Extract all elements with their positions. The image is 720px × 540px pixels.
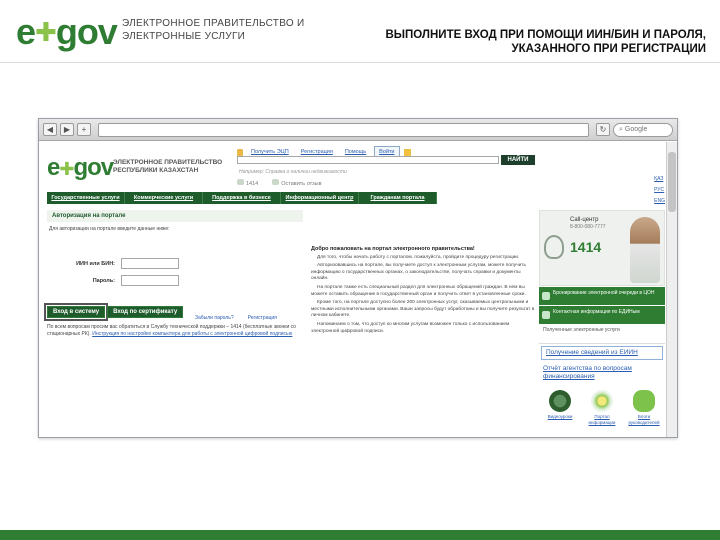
auth-register-link[interactable]: Регистрация [248, 315, 277, 321]
key-icon [237, 148, 243, 156]
login-button[interactable]: Вход в систему [43, 303, 109, 321]
eiin-link[interactable]: Получение сведений из ЕИИН [541, 346, 663, 360]
mail-icon [272, 179, 280, 185]
portal-logo[interactable]: e✚gov [47, 154, 114, 182]
report-link[interactable]: Отчёт агентства по вопросам финансирован… [539, 362, 665, 384]
main-nav: Государственные услуги Коммерческие услу… [47, 192, 437, 204]
forgot-password-link[interactable]: Забыли пароль? [195, 315, 234, 321]
auth-intro: Для авторизации на портале введите данны… [49, 226, 170, 232]
search-button[interactable]: НАЙТИ [501, 155, 535, 165]
phone-icon [237, 179, 244, 185]
callcenter-number: 1414 [570, 239, 602, 255]
right-sidebar: Call-центр 8-800-080-7777 1414 Бронирова… [539, 210, 665, 425]
password-label: Пароль: [92, 278, 115, 284]
login-label: ИИН или БИН: [76, 261, 115, 267]
callcenter-banner[interactable]: Call-центр 8-800-080-7777 1414 [539, 210, 665, 286]
iin-input[interactable] [121, 258, 179, 269]
forward-icon[interactable]: ▶ [60, 123, 74, 136]
info-portal[interactable]: Портал информации [583, 390, 621, 425]
welcome-paragraph: Напоминаем о том, что доступ ко многим у… [311, 321, 510, 334]
blogs[interactable]: Блоги руководителей [625, 390, 663, 425]
lang-ru[interactable]: РУС [654, 187, 665, 193]
slide-header: e✚gov ЭЛЕКТРОННОЕ ПРАВИТЕЛЬСТВО И ЭЛЕКТР… [0, 0, 720, 62]
back-icon[interactable]: ◀ [43, 123, 57, 136]
add-tab-icon[interactable]: + [77, 123, 91, 136]
portal-page: e✚gov ЭЛЕКТРОННОЕ ПРАВИТЕЛЬСТВО РЕСПУБЛИ… [39, 142, 667, 437]
phone-icon [544, 235, 564, 259]
contact-row: 1414 Оставить отзыв [237, 179, 322, 187]
calendar-icon [542, 292, 550, 300]
lock-icon [403, 148, 411, 156]
scroll-thumb[interactable] [668, 152, 676, 212]
portal-org-name: ЭЛЕКТРОННОЕ ПРАВИТЕЛЬСТВО РЕСПУБЛИКИ КАЗ… [113, 159, 223, 174]
video-lessons[interactable]: Видеоуроки [541, 390, 579, 425]
help-text: По всем вопросам просим вас обратиться в… [47, 324, 296, 337]
egov-logo: e✚gov [16, 11, 118, 52]
flower-icon [591, 390, 613, 412]
auth-links: Забыли пароль? Регистрация [195, 315, 277, 321]
operator-avatar [630, 217, 660, 283]
callcenter-label: Call-центр [570, 217, 599, 223]
browser-search-input[interactable]: ⌕ Google [613, 122, 673, 137]
plus-icon: ✚ [35, 17, 57, 47]
password-input[interactable] [121, 275, 179, 286]
nav-commercial-services[interactable]: Коммерческие услуги [125, 192, 203, 204]
slide-footer-bar [0, 530, 720, 540]
nav-citizens[interactable]: Гражданам портала [359, 192, 437, 204]
cert-login-button[interactable]: Вход по сертификату [107, 306, 184, 318]
browser-toolbar: ◀ ▶ + ↻ ⌕ Google [39, 119, 677, 141]
info-icon [542, 311, 550, 319]
browser-window: ◀ ▶ + ↻ ⌕ Google e✚gov ЭЛЕКТРОННОЕ ПРАВИ… [38, 118, 678, 438]
callcenter-phone: 8-800-080-7777 [570, 224, 606, 230]
queue-banner[interactable]: Бронирование электронной очереди в ЦОН [539, 286, 665, 305]
nav-info-center[interactable]: Информационный центр [281, 192, 359, 204]
lang-en[interactable]: ENG [654, 198, 665, 204]
slide-instruction: ВЫПОЛНИТЕ ВХОД ПРИ ПОМОЩИ ИИН/БИН И ПАРО… [385, 29, 706, 55]
search-example: Например: Справка о наличии недвижимости [239, 169, 347, 175]
callcenter-contact[interactable]: 1414 [237, 179, 258, 187]
welcome-paragraph: На портале также есть специальный раздел… [311, 284, 526, 297]
nav-business-support[interactable]: Поддержка в бизнесе [203, 192, 281, 204]
auth-header: Авторизация на портале [47, 210, 303, 222]
reload-icon[interactable]: ↻ [596, 123, 610, 136]
contact-info-banner[interactable]: Контактная информация по ЕДИНым [539, 305, 665, 324]
header-divider [0, 62, 720, 63]
welcome-title: Добро пожаловать на портал электронного … [311, 246, 475, 252]
plus-icon: ✚ [59, 159, 74, 179]
welcome-paragraph: Для того, чтобы начать работу с порталом… [317, 254, 520, 260]
media-row: Видеоуроки Портал информации Блоги руков… [539, 390, 665, 425]
feedback-contact[interactable]: Оставить отзыв [272, 179, 322, 187]
org-title: ЭЛЕКТРОННОЕ ПРАВИТЕЛЬСТВО И ЭЛЕКТРОННЫЕ … [122, 18, 305, 42]
nav-gov-services[interactable]: Государственные услуги [47, 192, 125, 204]
address-bar[interactable] [98, 122, 589, 137]
film-icon [549, 390, 571, 412]
welcome-paragraph: Авторизовавшись на портале, вы получаете… [311, 263, 526, 282]
portal-search-input[interactable] [237, 156, 499, 164]
lang-kz[interactable]: ҚАЗ [654, 176, 665, 182]
instruction-link[interactable]: Инструкция по настройке компьютера для р… [92, 331, 292, 337]
page-scrollbar[interactable] [666, 142, 677, 437]
chat-icon [633, 390, 655, 412]
search-icon: ⌕ [619, 125, 623, 133]
welcome-paragraph: Кроме того, на портале доступно более 20… [311, 300, 535, 319]
login-buttons: Вход в систему Вход по сертификату [43, 303, 184, 321]
welcome-block: Добро пожаловать на портал электронного … [311, 246, 537, 337]
language-switcher: ҚАЗ РУС ENG [654, 176, 665, 204]
services-caption: Полученные электронные услуги [539, 324, 665, 344]
